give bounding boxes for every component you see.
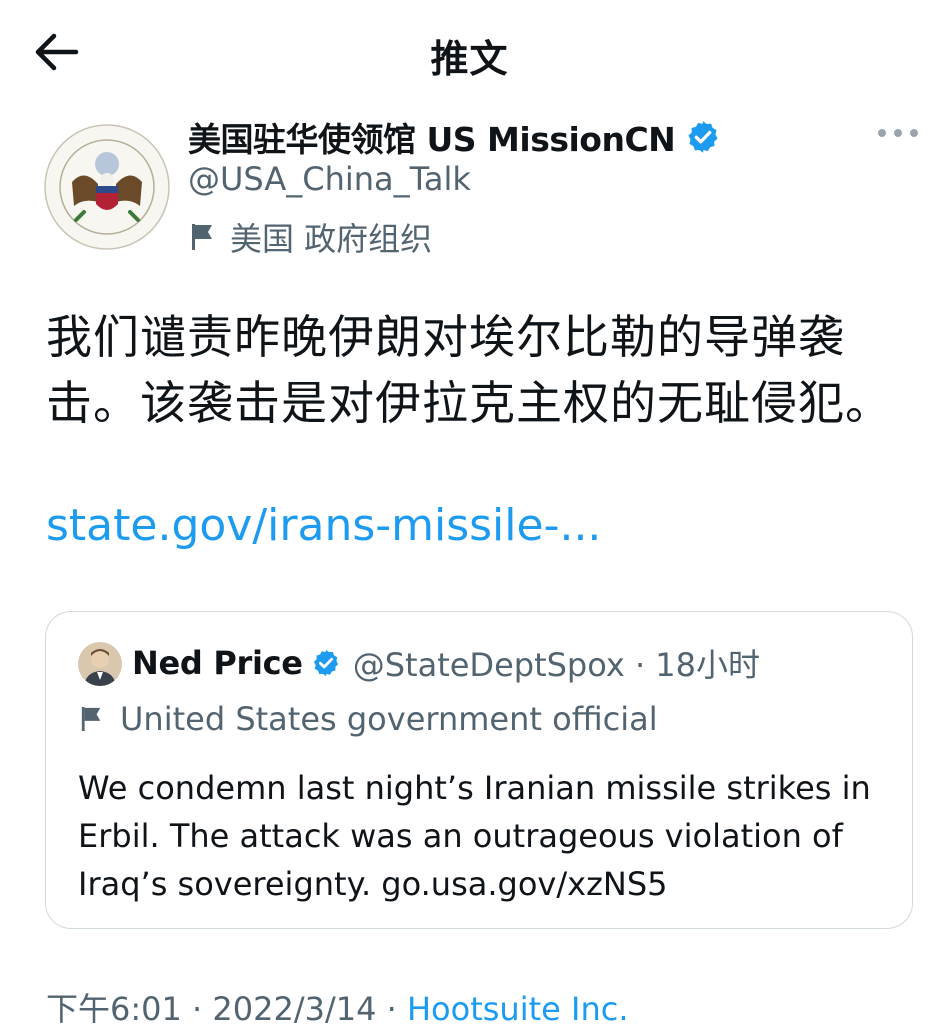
quoted-header: Ned Price @StateDeptSpox · 18小时 xyxy=(132,638,760,688)
quoted-handle-time: @StateDeptSpox · 18小时 xyxy=(352,646,761,684)
account-handle[interactable]: @USA_China_Talk xyxy=(188,160,471,198)
quoted-label-text: United States government official xyxy=(120,700,658,738)
top-bar: 推文 xyxy=(0,0,939,100)
person-avatar-icon xyxy=(78,642,122,686)
account-label: 美国 政府组织 xyxy=(190,214,432,260)
tweet-timestamp: 下午6:01 · 2022/3/14 · xyxy=(46,990,407,1028)
quoted-text: We condemn last night’s Iranian missile … xyxy=(78,769,871,903)
flag-icon xyxy=(192,224,212,250)
quoted-tweet[interactable]: Ned Price @StateDeptSpox · 18小时 United S… xyxy=(45,611,913,929)
page-title: 推文 xyxy=(430,37,509,81)
tweet-text: 我们谴责昨晚伊朗对埃尔比勒的导弹袭击。该袭击是对伊拉克主权的无耻侵犯。 xyxy=(46,310,892,430)
avatar[interactable] xyxy=(44,124,170,250)
verified-badge-icon xyxy=(313,649,338,677)
verified-badge-icon xyxy=(688,121,718,153)
account-label-text: 美国 政府组织 xyxy=(230,220,433,258)
account-name-row: 美国驻华使领馆 US MissionCN xyxy=(188,112,721,162)
flag-icon xyxy=(81,707,101,731)
quoted-avatar[interactable] xyxy=(78,642,122,686)
quoted-label: United States government official xyxy=(80,700,658,738)
tweet-meta: 下午6:01 · 2022/3/14 · Hootsuite Inc. xyxy=(46,984,628,1030)
tweet-link[interactable]: state.gov/irans-missile-... xyxy=(46,500,601,551)
embassy-seal-icon xyxy=(44,124,170,250)
more-options-icon[interactable] xyxy=(876,120,920,146)
quoted-name[interactable]: Ned Price xyxy=(132,644,303,682)
display-name[interactable]: 美国驻华使领馆 US MissionCN xyxy=(188,113,676,161)
tweet-source[interactable]: Hootsuite Inc. xyxy=(407,990,629,1028)
